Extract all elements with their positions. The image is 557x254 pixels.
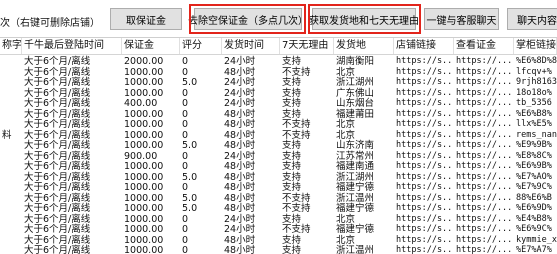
column-header-7day-return[interactable]: 7天无理由 <box>280 38 334 54</box>
column-header-ship-from[interactable]: 发货地 <box>334 38 394 54</box>
column-header-deposit[interactable]: 保证金 <box>122 38 180 54</box>
column-header-name[interactable]: 称字 <box>0 38 22 54</box>
shop-table: 称字 千牛最后登陆时间 保证金 评分 发货时间 7天无理由 发货地 店铺链接 查… <box>0 37 557 254</box>
hint-text: 次（右键可删除店铺） <box>0 18 100 29</box>
column-header-last-login[interactable]: 千牛最后登陆时间 <box>22 38 122 54</box>
highlight-box-remove-deposit <box>189 4 306 34</box>
column-header-seller-link[interactable]: 掌柜链接 <box>514 38 557 54</box>
column-header-ship-time[interactable]: 发货时间 <box>222 38 280 54</box>
chat-content-button[interactable]: 聊天内容 <box>507 8 557 30</box>
highlight-box-get-origin <box>308 4 421 34</box>
chat-all-service-button[interactable]: 一键与客服聊天 <box>424 8 499 30</box>
get-deposit-button[interactable]: 取保证金 <box>110 8 182 30</box>
column-header-view-deposit[interactable]: 查看证金 <box>454 38 514 54</box>
column-header-rating[interactable]: 评分 <box>180 38 222 54</box>
table-header-row: 称字 千牛最后登陆时间 保证金 评分 发货时间 7天无理由 发货地 店铺链接 查… <box>0 38 557 55</box>
column-header-shop-link[interactable]: 店铺链接 <box>394 38 454 54</box>
